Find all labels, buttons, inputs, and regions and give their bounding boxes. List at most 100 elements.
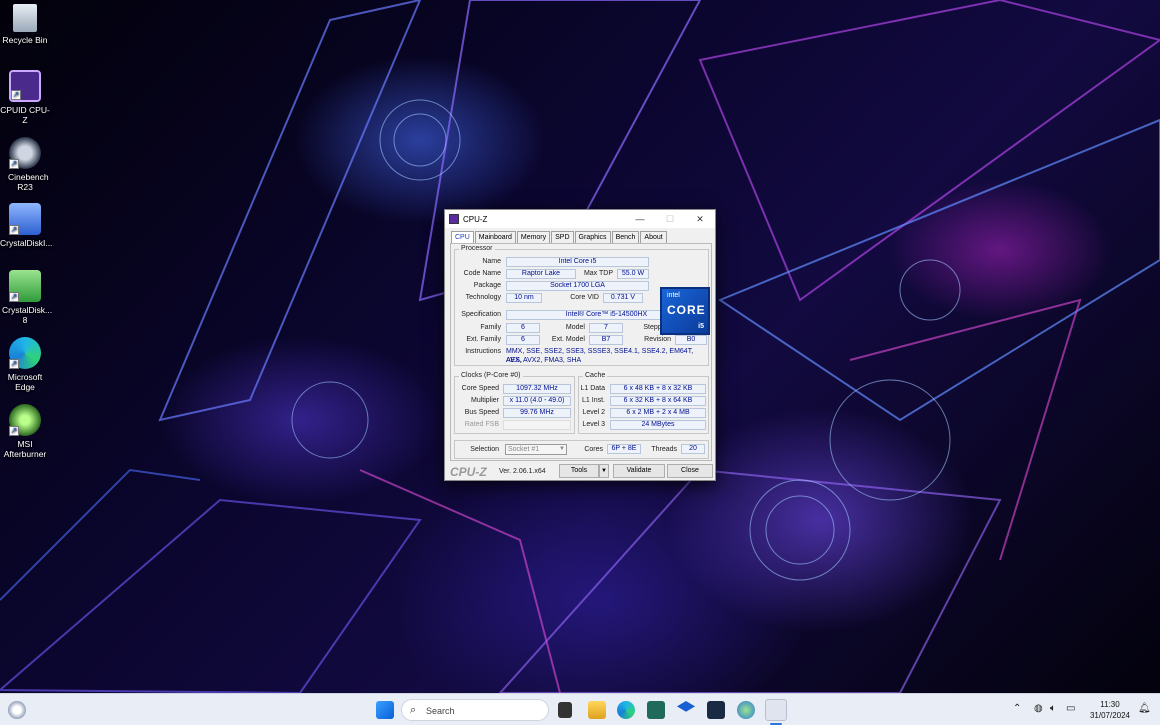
family-label: Family [480,324,501,331]
instructions-line-2: AVX, AVX2, FMA3, SHA [506,357,582,364]
volume-icon[interactable]: 🔈︎ [1050,703,1056,714]
store-icon[interactable] [647,701,665,719]
desktop-icon-crystaldiskinfo[interactable]: ↗ CrystalDiskI... [0,203,52,248]
desktop-icon-recycle-bin[interactable]: Recycle Bin [0,4,50,45]
selection-label: Selection [470,446,499,453]
crystaldiskinfo-icon: ↗ [9,203,41,235]
maxtdp-label: Max TDP [583,270,613,277]
edge-icon[interactable] [617,701,635,719]
taskbar-clock[interactable]: 11:30 31/07/2024 [1086,699,1134,721]
shortcut-arrow-icon: ↗ [9,426,19,436]
search-placeholder: Search [426,706,455,716]
group-label: Cache [583,372,608,379]
cores-label: Cores [584,446,603,453]
tools-dropdown-icon[interactable]: ▼ [599,464,609,478]
shortcut-arrow-icon: ↗ [9,292,19,302]
cpuz-window[interactable]: CPU-Z — ☐ ✕ CPU Mainboard Memory SPD Gra… [444,209,716,481]
close-button[interactable]: Close [667,464,713,478]
cpuz-app-icon [449,214,459,224]
specification-label: Specification [461,311,501,318]
corespeed-value: 1097.32 MHz [503,384,571,394]
desktop-icon-label: CrystalDisk... 8 [2,305,53,325]
tab-memory[interactable]: Memory [516,231,551,243]
taskbar-search[interactable]: ⌕ Search [401,699,549,721]
app-icon[interactable] [707,701,725,719]
selection-group: Selection Socket #1 ▼ Cores 6P + 8E Threa… [454,440,709,459]
tab-spd[interactable]: SPD [551,231,574,243]
corevid-label: Core VID [570,294,599,301]
dropbox-icon[interactable] [677,701,695,712]
recycle-bin-icon [13,4,37,32]
extfamily-label: Ext. Family [466,336,501,343]
maxtdp-value: 55.0 W [617,269,649,279]
globe-app-icon[interactable] [737,701,755,719]
level2-label: Level 2 [582,409,605,416]
network-icon[interactable]: ◍ [1034,703,1043,714]
model-value: 7 [589,323,623,333]
validate-button[interactable]: Validate [613,464,665,478]
cache-group: Cache L1 Data 6 x 48 KB + 8 x 32 KB L1 I… [578,372,709,434]
socket-select-value: Socket #1 [508,446,540,453]
window-footer: CPU-Z Ver. 2.06.1.x64 Tools ▼ Validate C… [445,463,715,480]
widgets-icon[interactable] [8,701,26,719]
battery-icon[interactable]: ▭ [1066,703,1075,714]
clock-date: 31/07/2024 [1089,711,1131,720]
task-view-icon[interactable] [558,702,572,718]
start-icon[interactable] [376,701,394,719]
file-explorer-icon[interactable] [588,701,606,719]
desktop-icon-afterburner[interactable]: ↗ MSI Afterburner [0,404,50,459]
chevron-up-icon[interactable]: ⌃ [1013,703,1021,714]
tab-about[interactable]: About [640,231,667,243]
shortcut-arrow-icon: ↗ [11,90,21,100]
multiplier-value: x 11.0 (4.0 - 49.0) [503,396,571,406]
socket-select[interactable]: Socket #1 ▼ [505,444,567,455]
level3-label: Level 3 [582,421,605,428]
search-icon: ⌕ [410,704,417,716]
desktop-icon-label: CPUID CPU-Z [0,105,50,125]
badge-core: CORE [667,303,706,317]
cores-value: 6P + 8E [607,444,641,454]
afterburner-icon: ↗ [9,404,41,436]
multiplier-label: Multiplier [470,397,499,404]
cpuz-icon: ↗ [9,70,41,102]
desktop-icon-cpuz[interactable]: ↗ CPUID CPU-Z [0,70,50,125]
extmodel-value: B7 [589,335,623,345]
level2-value: 6 x 2 MB + 2 x 4 MB [610,408,706,418]
threads-value: 20 [681,444,705,454]
desktop-icon-edge[interactable]: ↗ Microsoft Edge [0,337,50,392]
revision-value: B0 [675,335,707,345]
minimize-icon[interactable]: — [625,210,655,228]
tools-button[interactable]: Tools [559,464,599,478]
l1inst-value: 6 x 32 KB + 8 x 64 KB [610,396,706,406]
maximize-icon[interactable]: ☐ [655,210,685,228]
desktop-icon-crystaldiskmark[interactable]: ↗ CrystalDisk... 8 [0,270,53,325]
cpuz-logo: CPU-Z [450,465,487,479]
tab-bench[interactable]: Bench [611,231,640,243]
window-titlebar[interactable]: CPU-Z — ☐ ✕ [445,210,715,228]
instructions-label: Instructions [465,348,501,355]
extmodel-label: Ext. Model [551,336,585,343]
l1data-value: 6 x 48 KB + 8 x 32 KB [610,384,706,394]
close-icon[interactable]: ✕ [685,210,715,228]
cpuz-taskbar-icon[interactable] [765,699,787,721]
clock-time: 11:30 [1100,700,1120,709]
tab-mainboard[interactable]: Mainboard [474,231,516,243]
crystaldiskmark-icon: ↗ [9,270,41,302]
notification-icon[interactable]: 🔔︎ [1138,703,1151,714]
corevid-value: 0.731 V [603,293,643,303]
cinebench-icon: ↗ [9,137,41,169]
desktop-icon-cinebench[interactable]: ↗ Cinebench R23 [0,137,50,192]
taskbar: ⌕ Search ⌃ ◍ 🔈︎ ▭ 11:30 31/07/2024 🔔︎ [0,693,1160,725]
name-label: Name [482,258,501,265]
window-title: CPU-Z [463,214,488,224]
model-label: Model [565,324,585,331]
desktop-icon-label: Cinebench R23 [8,172,49,192]
tab-graphics[interactable]: Graphics [574,231,611,243]
codename-label: Code Name [463,270,501,277]
desktop-icon-label: Recycle Bin [2,35,48,45]
l1inst-label: L1 Inst. [582,397,605,404]
desktop-icon-label: MSI Afterburner [3,439,47,459]
threads-label: Threads [651,446,677,453]
family-value: 6 [506,323,540,333]
tab-bar: CPU Mainboard Memory SPD Graphics Bench … [451,231,668,244]
